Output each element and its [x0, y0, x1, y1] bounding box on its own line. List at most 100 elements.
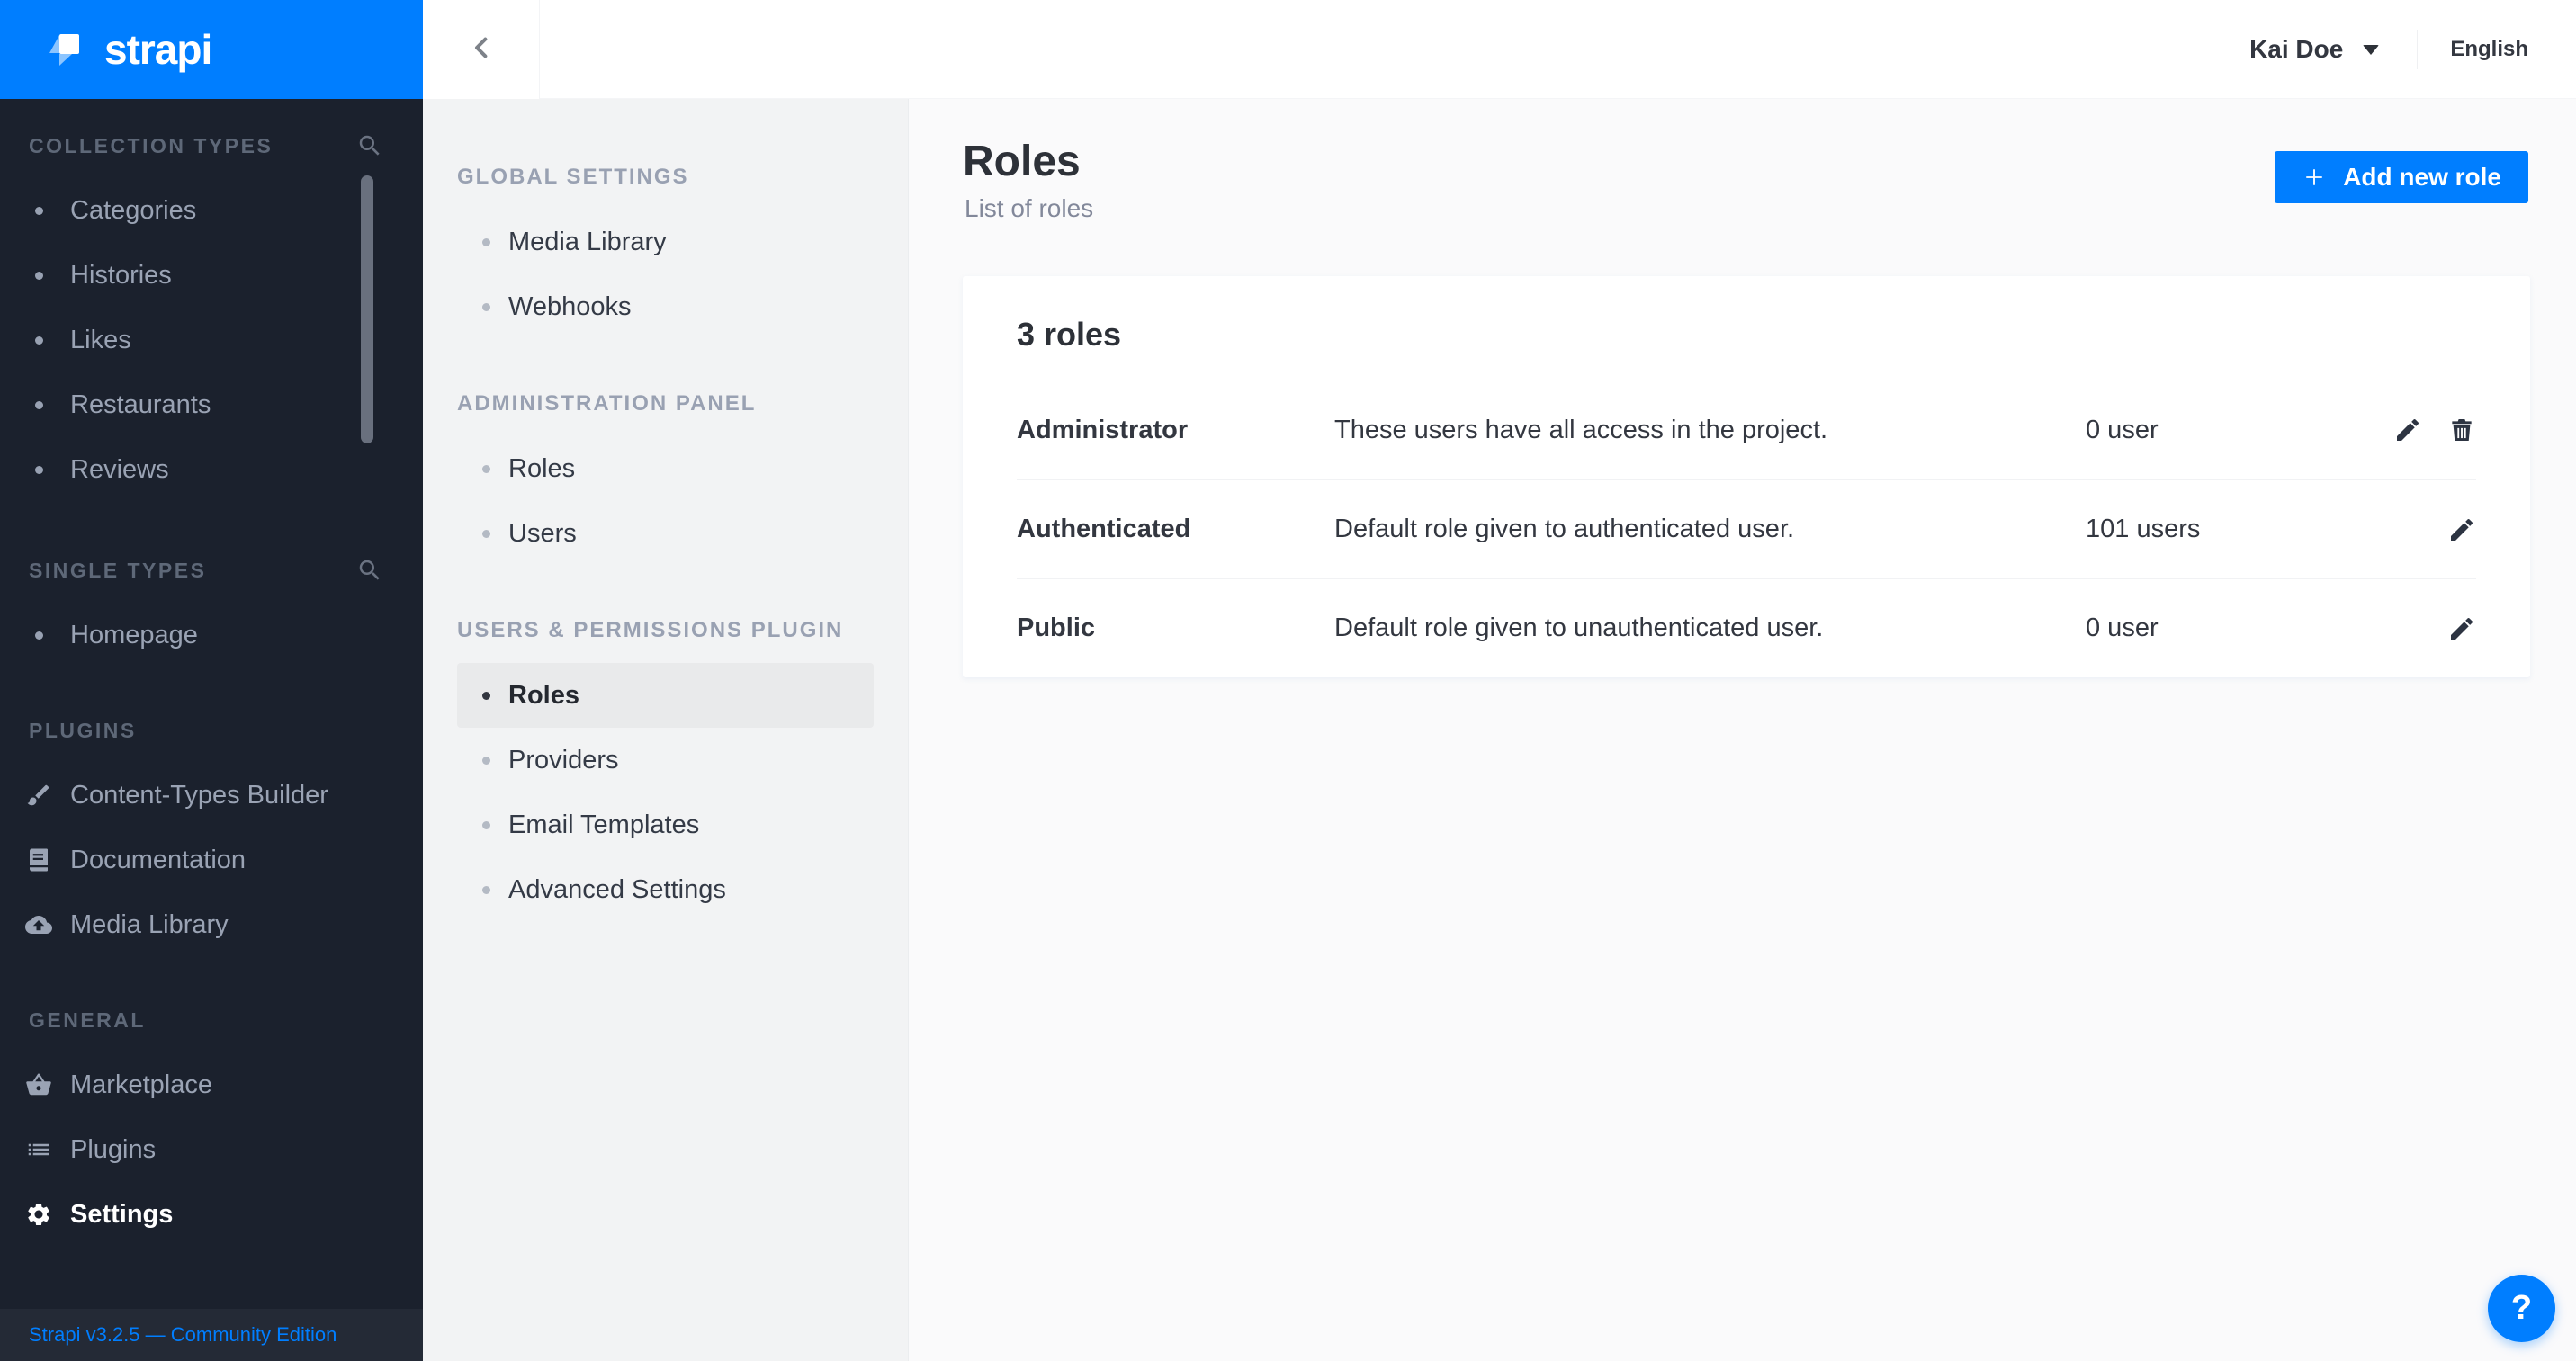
- sidebar-item-label: Plugins: [70, 1135, 156, 1165]
- role-description: Default role given to authenticated user…: [1334, 515, 2086, 544]
- settings-item-label: Media Library: [508, 228, 667, 257]
- main-content: Roles List of roles Add new role 3 roles…: [909, 99, 2576, 1361]
- section-label: GLOBAL SETTINGS: [457, 165, 689, 190]
- bullet-icon: [482, 303, 490, 311]
- user-menu[interactable]: Kai Doe: [2249, 35, 2379, 64]
- edit-role-button[interactable]: [2447, 614, 2476, 643]
- brand-name: strapi: [104, 25, 211, 74]
- sidebar-item-restaurants[interactable]: Restaurants: [0, 372, 423, 437]
- role-user-count: 101 users: [2086, 515, 2422, 544]
- role-description: These users have all access in the proje…: [1334, 416, 2086, 445]
- role-name: Administrator: [1017, 416, 1334, 445]
- sidebar-item-content-types-builder[interactable]: Content-Types Builder: [0, 763, 423, 828]
- role-name: Public: [1017, 613, 1334, 643]
- section-global-settings: GLOBAL SETTINGS: [423, 145, 908, 210]
- sidebar-item-label: Restaurants: [70, 390, 211, 420]
- language-selector[interactable]: English: [2450, 37, 2528, 62]
- bullet-icon: [35, 466, 43, 474]
- settings-item-media-library[interactable]: Media Library: [457, 210, 874, 274]
- sidebar-item-likes[interactable]: Likes: [0, 308, 423, 372]
- sidebar-item-label: Reviews: [70, 455, 169, 485]
- bullet-icon: [482, 757, 490, 765]
- section-plugins: PLUGINS: [0, 698, 423, 763]
- strapi-logo-icon: [47, 28, 85, 72]
- sidebar-item-label: Media Library: [70, 910, 229, 940]
- pencil-icon: [2447, 515, 2476, 544]
- cloud-upload-icon: [25, 911, 52, 938]
- settings-item-label: Roles: [508, 454, 575, 484]
- roles-count: 3 roles: [1017, 276, 2476, 381]
- bullet-icon: [35, 272, 43, 280]
- sidebar-item-plugins[interactable]: Plugins: [0, 1117, 423, 1182]
- section-label: COLLECTION TYPES: [29, 134, 356, 158]
- bullet-icon: [482, 530, 490, 538]
- version-link[interactable]: Strapi v3.2.5 — Community Edition: [29, 1323, 337, 1347]
- role-user-count: 0 user: [2086, 416, 2368, 445]
- bullet-icon: [482, 692, 490, 700]
- edit-role-button[interactable]: [2393, 416, 2422, 444]
- add-new-role-label: Add new role: [2343, 163, 2501, 192]
- role-description: Default role given to unauthenticated us…: [1334, 613, 2086, 643]
- settings-item-webhooks[interactable]: Webhooks: [457, 274, 874, 339]
- bullet-icon: [482, 465, 490, 473]
- role-name: Authenticated: [1017, 515, 1334, 544]
- role-row-administrator[interactable]: Administrator These users have all acces…: [1017, 381, 2476, 479]
- bullet-icon: [482, 238, 490, 246]
- bullet-icon: [35, 336, 43, 345]
- scrollbar-thumb[interactable]: [361, 175, 373, 443]
- section-label: PLUGINS: [29, 719, 383, 743]
- section-label: USERS & PERMISSIONS PLUGIN: [457, 618, 843, 643]
- sidebar-item-label: Homepage: [70, 621, 198, 650]
- trash-icon: [2447, 416, 2476, 444]
- sidebar-item-histories[interactable]: Histories: [0, 243, 423, 308]
- settings-item-label: Roles: [508, 681, 579, 711]
- pencil-icon: [2447, 614, 2476, 643]
- logo-block: strapi: [0, 0, 423, 99]
- settings-item-up-roles[interactable]: Roles: [457, 663, 874, 728]
- sidebar-item-settings[interactable]: Settings: [0, 1182, 423, 1247]
- gear-icon: [25, 1201, 52, 1228]
- settings-item-admin-users[interactable]: Users: [457, 501, 874, 566]
- section-collection-types: COLLECTION TYPES: [0, 113, 423, 178]
- sidebar-item-categories[interactable]: Categories: [0, 178, 423, 243]
- section-label: GENERAL: [29, 1008, 383, 1033]
- section-label: SINGLE TYPES: [29, 559, 356, 583]
- plus-icon: [2302, 165, 2327, 190]
- settings-item-email-templates[interactable]: Email Templates: [457, 792, 874, 857]
- search-icon[interactable]: [356, 557, 383, 584]
- sidebar-item-reviews[interactable]: Reviews: [0, 437, 423, 502]
- help-button[interactable]: ?: [2488, 1275, 2555, 1342]
- header-divider: [2417, 30, 2418, 69]
- list-icon: [25, 1136, 52, 1163]
- pencil-icon: [2393, 416, 2422, 444]
- section-general: GENERAL: [0, 988, 423, 1052]
- sidebar-item-documentation[interactable]: Documentation: [0, 828, 423, 892]
- role-user-count: 0 user: [2086, 613, 2422, 643]
- collapse-menu-button[interactable]: [423, 0, 540, 99]
- delete-role-button[interactable]: [2447, 416, 2476, 444]
- sidebar-item-label: Marketplace: [70, 1070, 212, 1100]
- main-sidebar: COLLECTION TYPES Categories Histories Li…: [0, 99, 423, 1361]
- sidebar-item-media-library[interactable]: Media Library: [0, 892, 423, 957]
- settings-item-advanced-settings[interactable]: Advanced Settings: [457, 857, 874, 922]
- settings-item-label: Webhooks: [508, 292, 632, 322]
- bullet-icon: [35, 207, 43, 215]
- settings-item-providers[interactable]: Providers: [457, 728, 874, 792]
- sidebar-item-marketplace[interactable]: Marketplace: [0, 1052, 423, 1117]
- sidebar-footer: Strapi v3.2.5 — Community Edition: [0, 1309, 423, 1361]
- chevron-down-icon: [2363, 45, 2379, 55]
- sidebar-item-homepage[interactable]: Homepage: [0, 603, 423, 667]
- header-right: Kai Doe English: [2249, 0, 2576, 99]
- bullet-icon: [35, 631, 43, 640]
- role-row-public[interactable]: Public Default role given to unauthentic…: [1017, 578, 2476, 677]
- bullet-icon: [35, 401, 43, 409]
- book-icon: [25, 846, 52, 873]
- search-icon[interactable]: [356, 132, 383, 159]
- add-new-role-button[interactable]: Add new role: [2275, 151, 2528, 203]
- role-row-authenticated[interactable]: Authenticated Default role given to auth…: [1017, 479, 2476, 578]
- settings-item-admin-roles[interactable]: Roles: [457, 436, 874, 501]
- bullet-icon: [482, 886, 490, 894]
- edit-role-button[interactable]: [2447, 515, 2476, 544]
- top-header: strapi Kai Doe English: [0, 0, 2576, 99]
- page-title: Roles: [963, 137, 1081, 186]
